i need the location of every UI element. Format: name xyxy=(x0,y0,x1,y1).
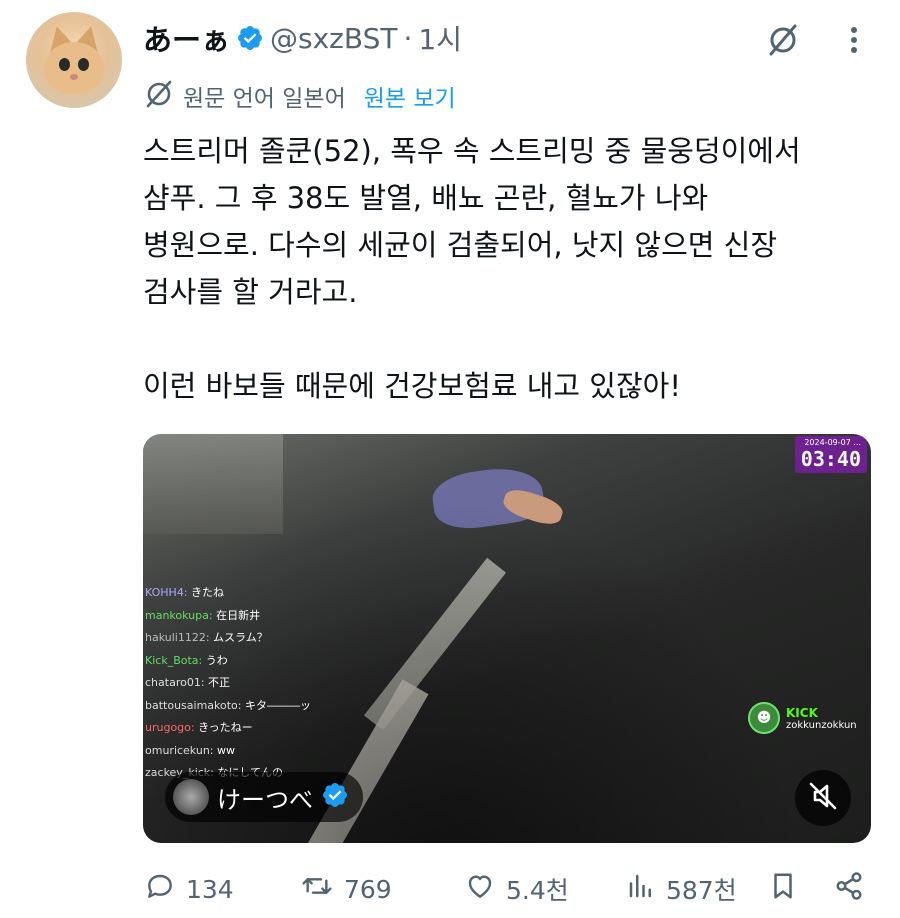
chat-username: Kick_Bota: xyxy=(145,653,206,667)
author-handle[interactable]: @sxzBST xyxy=(270,22,397,55)
chat-text: 不正 xyxy=(208,676,231,689)
translation-label: 원문 언어 일본어 xyxy=(183,86,346,112)
grok-icon[interactable] xyxy=(763,20,803,60)
chat-text: うわ xyxy=(205,653,228,667)
creator-avatar xyxy=(173,779,209,815)
chat-username: mankokupa: xyxy=(145,608,217,622)
verified-badge-icon xyxy=(321,781,349,813)
media-creator-pill[interactable]: けーつべ xyxy=(165,772,363,822)
avatar-cat-eye xyxy=(59,58,70,71)
show-original-link[interactable]: 원본 보기 xyxy=(364,79,456,113)
bookmark-button[interactable] xyxy=(768,866,798,912)
mute-icon xyxy=(807,780,839,816)
chat-text: ムスラム？ xyxy=(213,631,268,644)
chat-message: battousaimakoto: キタ―――ッ xyxy=(145,695,311,718)
repost-button[interactable]: 769 xyxy=(300,866,392,912)
chat-text: キタ―――ッ xyxy=(245,698,311,712)
separator-dot: · xyxy=(403,21,413,55)
tweet-text-line: 병원으로. 다수의 세균이 검출되어, 낫지 않으면 신장 xyxy=(143,228,778,262)
stream-chat: KOHH4: きたね mankokupa: 在日新井 hakuli1122: ムスラ… xyxy=(145,582,311,785)
chat-text: きたね xyxy=(191,586,225,599)
chat-username: hakuli1122: xyxy=(145,631,214,644)
author-avatar[interactable] xyxy=(26,12,122,108)
chat-message: hakuli1122: ムスラム？ xyxy=(145,627,311,650)
chat-username: omuricekun: xyxy=(145,743,217,757)
views-button[interactable]: 587천 xyxy=(626,866,737,912)
translate-globe-icon xyxy=(143,78,175,114)
tweet-video[interactable]: 2024-09-07 ... 03:40 KOHH4: きたね mankokupa… xyxy=(143,434,871,843)
like-count: 5.4천 xyxy=(506,876,569,905)
like-icon xyxy=(464,870,496,908)
tweet-time[interactable]: 1시 xyxy=(418,18,462,58)
share-button[interactable] xyxy=(834,866,864,912)
kick-username: zokkunzokkun xyxy=(786,719,857,731)
views-count: 587천 xyxy=(666,876,737,905)
repost-icon xyxy=(300,870,334,908)
stream-timestamp: 2024-09-07 ... 03:40 xyxy=(794,436,867,473)
reply-button[interactable]: 134 xyxy=(144,866,234,912)
more-icon[interactable] xyxy=(834,20,874,60)
kick-watermark: ☻ KICK zokkunzokkun xyxy=(748,702,857,734)
like-button[interactable]: 5.4천 xyxy=(464,866,569,912)
kick-avatar-icon: ☻ xyxy=(748,702,780,734)
chat-message: chataro01: 不正 xyxy=(145,672,311,695)
tweet-text-line: 스트리머 졸쿤(52), 폭우 속 스트리밍 중 물웅덩이에서 xyxy=(143,134,801,168)
chat-message: KOHH4: きたね xyxy=(145,582,311,605)
creator-name: けーつべ xyxy=(217,785,313,814)
tweet-text-line: 검사를 할 거라고. xyxy=(143,275,358,309)
chat-username: battousaimakoto: xyxy=(145,698,245,712)
chat-text: きったねー xyxy=(198,721,253,734)
mute-button[interactable] xyxy=(795,770,851,826)
chat-message: urugogo: きったねー xyxy=(145,717,311,740)
chat-message: Kick_Bota: うわ xyxy=(145,650,311,673)
tweet-text-line: 이런 바보들 때문에 건강보험료 내고 있잖아! xyxy=(143,369,681,403)
author-name[interactable]: あーぁ xyxy=(143,17,230,59)
tweet-actions: 134 769 5.4천 587천 xyxy=(140,866,880,912)
stream-time: 03:40 xyxy=(800,447,861,471)
tweet-text-line: 샴푸. 그 후 38도 발열, 배뇨 곤란, 혈뇨가 나와 xyxy=(143,181,709,215)
share-icon xyxy=(834,871,864,907)
chat-username: chataro01: xyxy=(145,676,209,689)
views-icon xyxy=(626,871,656,907)
avatar-cat-eye xyxy=(78,58,89,71)
chat-text: ww xyxy=(217,743,235,757)
chat-username: urugogo: xyxy=(145,721,199,734)
chat-message: omuricekun: ww xyxy=(145,740,311,763)
bookmark-icon xyxy=(768,870,798,908)
tweet-text: 스트리머 졸쿤(52), 폭우 속 스트리밍 중 물웅덩이에서 샴푸. 그 후 … xyxy=(143,128,883,410)
reply-icon xyxy=(144,870,176,908)
chat-text: 在日新井 xyxy=(216,608,261,622)
avatar-cat-face xyxy=(44,42,104,94)
chat-username: KOHH4: xyxy=(145,586,192,599)
reply-count: 134 xyxy=(186,874,234,904)
chat-message: mankokupa: 在日新井 xyxy=(145,605,311,628)
avatar-cat-nose xyxy=(70,74,78,80)
verified-badge-icon xyxy=(236,24,264,52)
repost-count: 769 xyxy=(344,874,392,904)
tweet-header: あーぁ @sxzBST · 1시 xyxy=(143,16,462,60)
kick-brand: KICK xyxy=(786,705,818,720)
translation-notice: 원문 언어 일본어 원본 보기 xyxy=(143,78,456,114)
stream-date: 2024-09-07 ... xyxy=(804,438,861,447)
